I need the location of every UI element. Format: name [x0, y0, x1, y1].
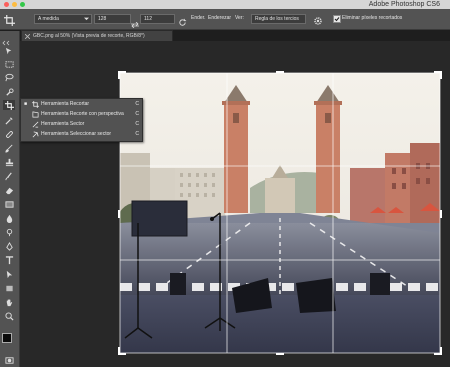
quick-selection-tool-icon[interactable]: [3, 87, 15, 97]
crop-height-value: 112: [144, 16, 152, 22]
title-bar: Adobe Photoshop CS6: [0, 0, 450, 9]
slice-select-icon: [32, 131, 39, 138]
options-bar: A medida 128 112 Ender. Enderezar Ver: R…: [0, 9, 450, 30]
straighten-label[interactable]: Enderezar: [208, 15, 231, 22]
straighten-short-label[interactable]: Ender.: [191, 15, 205, 22]
minimize-window-button[interactable]: [12, 2, 17, 7]
view-label: Ver:: [235, 15, 244, 21]
gear-icon[interactable]: [313, 13, 323, 25]
window-title: Adobe Photoshop CS6: [368, 1, 440, 8]
lasso-tool-icon[interactable]: [3, 72, 15, 82]
crop-tool-preset-icon[interactable]: [4, 13, 15, 26]
history-brush-tool-icon[interactable]: [3, 171, 15, 181]
tools-panel: [0, 31, 20, 367]
slice-icon: [32, 121, 39, 128]
zoom-tool-icon[interactable]: [3, 311, 15, 321]
quick-mask-icon[interactable]: [3, 355, 15, 365]
foreground-color-swatch[interactable]: [2, 333, 12, 343]
chevron-down-icon: [84, 17, 89, 21]
clone-stamp-tool-icon[interactable]: [3, 157, 15, 167]
selected-bullet-icon: ■: [24, 101, 28, 107]
type-tool-icon[interactable]: [3, 255, 15, 265]
flyout-item-perspective-crop-label: Herramienta Recorte con perspectiva: [41, 111, 124, 117]
flyout-item-slice[interactable]: Herramienta Sector C: [21, 120, 142, 129]
flyout-item-slice-select-shortcut: C: [135, 131, 139, 137]
blur-tool-icon[interactable]: [3, 213, 15, 223]
view-overlay-select[interactable]: Regla de los tercios: [251, 14, 306, 24]
flyout-item-crop-shortcut: C: [135, 101, 139, 107]
document-tab[interactable]: GBC.png al 50% (Vista previa de recorte,…: [21, 30, 173, 41]
delete-cropped-checkbox[interactable]: [333, 15, 341, 23]
gradient-tool-icon[interactable]: [3, 199, 15, 209]
crop-tool-flyout: ■ Herramienta Recortar C Herramienta Rec…: [20, 98, 143, 142]
close-window-button[interactable]: [4, 2, 9, 7]
flyout-item-perspective-crop[interactable]: Herramienta Recorte con perspectiva C: [21, 110, 142, 119]
perspective-crop-icon: [32, 111, 39, 118]
delete-cropped-label: Eliminar píxeles recortados: [342, 15, 403, 21]
crop-width-field[interactable]: 128: [94, 14, 131, 24]
rectangle-tool-icon[interactable]: [3, 283, 15, 293]
flyout-item-crop-label: Herramienta Recortar: [41, 101, 90, 107]
eyedropper-tool-icon[interactable]: [3, 115, 15, 125]
brush-tool-icon[interactable]: [3, 143, 15, 153]
view-overlay-value: Regla de los tercios: [255, 16, 299, 22]
move-tool-icon[interactable]: [3, 46, 15, 56]
flyout-item-slice-shortcut: C: [135, 121, 139, 127]
hand-tool-icon[interactable]: [3, 297, 15, 307]
document-tab-title: GBC.png al 50% (Vista previa de recorte,…: [33, 33, 145, 39]
swap-dimensions-icon[interactable]: [131, 15, 139, 29]
reset-icon[interactable]: [178, 14, 187, 26]
crop-icon: [32, 101, 39, 108]
ratio-select-value: A medida: [38, 16, 59, 22]
ratio-select[interactable]: A medida: [34, 14, 92, 24]
pen-tool-icon[interactable]: [3, 241, 15, 251]
healing-brush-tool-icon[interactable]: [3, 129, 15, 139]
flyout-item-slice-label: Herramienta Sector: [41, 121, 85, 127]
document-image[interactable]: [120, 73, 440, 353]
path-selection-tool-icon[interactable]: [3, 269, 15, 279]
check-icon: [334, 17, 340, 22]
flyout-item-slice-select[interactable]: Herramienta Seleccionar sector C: [21, 130, 142, 139]
marquee-tool-icon[interactable]: [3, 59, 15, 69]
close-tab-icon[interactable]: [25, 34, 30, 39]
crop-tool-icon[interactable]: [3, 100, 15, 110]
flyout-item-crop[interactable]: ■ Herramienta Recortar C: [21, 100, 142, 109]
flyout-item-perspective-crop-shortcut: C: [135, 111, 139, 117]
eraser-tool-icon[interactable]: [3, 185, 15, 195]
crop-width-value: 128: [98, 16, 107, 22]
crop-height-field[interactable]: 112: [140, 14, 175, 24]
dodge-tool-icon[interactable]: [3, 227, 15, 237]
street-scene-image: [120, 73, 440, 353]
collapse-panel-icon[interactable]: [2, 33, 16, 46]
flyout-item-slice-select-label: Herramienta Seleccionar sector: [41, 131, 112, 137]
zoom-window-button[interactable]: [20, 2, 25, 7]
